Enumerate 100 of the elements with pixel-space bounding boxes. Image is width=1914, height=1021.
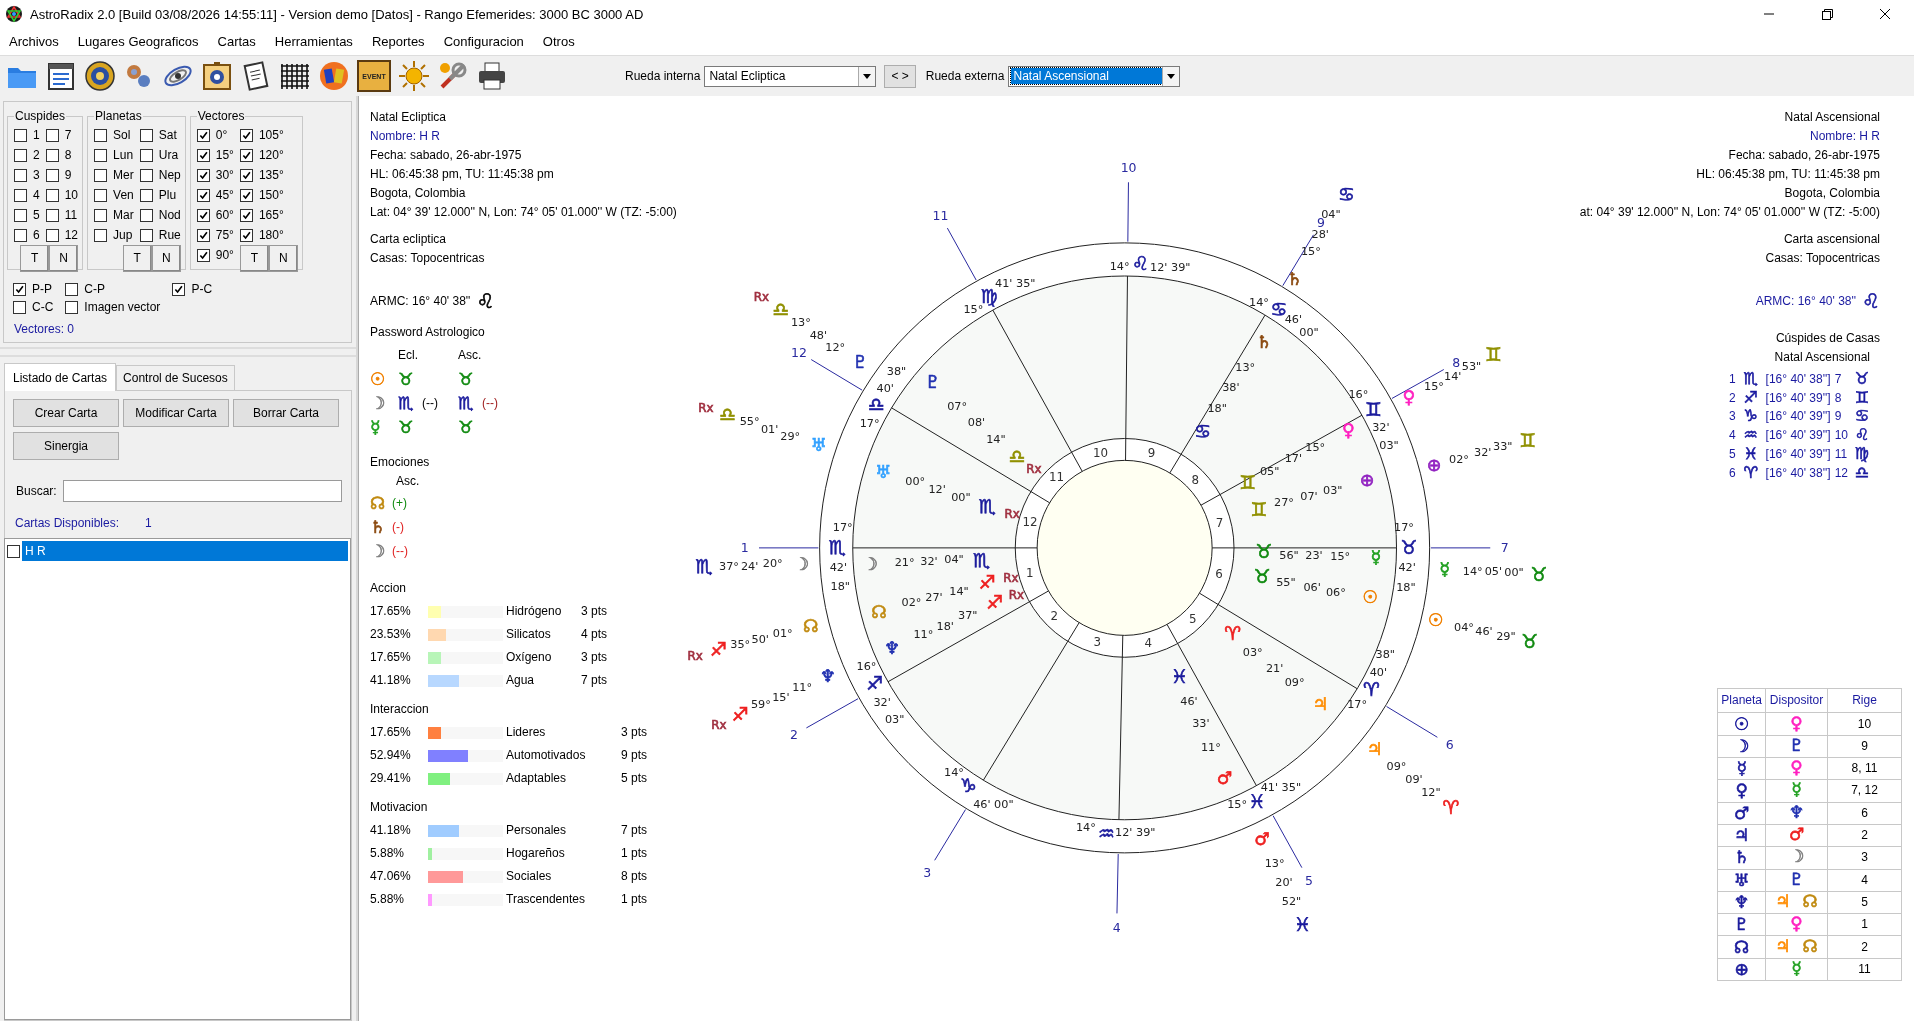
checkbox[interactable] [13,282,26,296]
checkbox[interactable] [45,128,59,142]
checkbox[interactable] [14,148,27,162]
checkbox[interactable] [14,168,27,182]
checkbox[interactable] [139,128,153,142]
checkbox[interactable] [14,188,27,202]
filter-button[interactable]: N [268,244,298,272]
menu-item[interactable]: Archivos [2,31,66,52]
checkbox[interactable] [45,228,59,242]
checkbox[interactable] [139,228,153,242]
menu-item[interactable]: Otros [535,31,582,52]
caret-icon[interactable] [1167,73,1176,79]
house-number: 10 [1120,160,1137,176]
action-button[interactable]: Sinergia [13,432,119,460]
section-title: Accion [370,580,407,597]
sun-icon[interactable] [398,60,430,92]
birth-date: Fecha: sabado, 26-abr-1975 [370,147,522,164]
filter-button[interactable]: N [151,244,181,272]
checkbox[interactable] [196,148,210,162]
checkbox[interactable] [45,208,59,222]
menu-item[interactable]: Lugares Geograficos [70,31,206,52]
zodiac-wheel-icon[interactable] [84,60,116,92]
checkbox[interactable] [14,208,27,222]
maximize-icon[interactable] [1820,7,1834,21]
checkbox[interactable] [139,208,153,222]
percent-label: 5.88% [370,845,406,862]
close-icon[interactable] [1878,7,1892,21]
checkbox[interactable] [196,208,210,222]
swap-wheels-button[interactable]: < > [884,64,916,88]
framed-compass-icon[interactable] [201,60,233,92]
wheel-dropdown[interactable]: Natal Ascensional [1008,65,1181,87]
tab[interactable]: Listado de Cartas [4,363,117,391]
section-subtitle: Natal Ascensional [1774,349,1870,366]
search-field[interactable] [62,480,342,502]
checkbox[interactable] [239,148,253,162]
checkbox[interactable] [239,188,253,202]
checkbox[interactable] [45,168,59,182]
checkbox-label: 75° [215,228,234,242]
house-number: 8 [1191,472,1199,487]
checkbox[interactable] [94,208,108,222]
checkbox[interactable] [239,208,253,222]
degree-label: 46' [1475,624,1493,638]
filter-button[interactable]: N [49,244,79,272]
action-button[interactable]: Modificar Carta [123,399,229,427]
checkbox[interactable] [94,128,108,142]
menu-item[interactable]: Cartas [210,31,263,52]
checkbox[interactable] [45,188,59,202]
menu-item[interactable]: Reportes [364,31,432,52]
degree-label: 04" [944,553,964,567]
filter-button[interactable]: T [239,244,269,272]
house-number: 6 [1445,737,1454,753]
filter-button[interactable]: T [20,244,50,272]
printer-icon[interactable] [476,60,508,92]
checkbox[interactable] [94,188,108,202]
section-title: Emociones [370,454,430,471]
action-button[interactable]: Crear Carta [13,399,119,427]
checkbox[interactable] [94,148,108,162]
action-button[interactable]: Borrar Carta [233,399,339,427]
planet-glyph: ♅ [810,434,827,455]
zodiac-sign-glyph: ♈ [1363,679,1380,701]
calendar-icon[interactable] [45,60,77,92]
tarot-cards-icon[interactable] [318,60,350,92]
percent-label: 41.18% [370,822,412,839]
wheel-dropdown[interactable]: Natal Ecliptica [704,65,877,87]
zodiac-sign-glyph: ♉ [1253,565,1271,587]
checkbox[interactable] [172,282,186,296]
checkbox[interactable] [45,148,59,162]
checkbox[interactable] [13,300,26,314]
tab[interactable]: Control de Sucesos [116,365,235,390]
menu-item[interactable]: Herramientas [267,31,360,52]
caret-icon[interactable] [863,73,872,79]
checkbox[interactable] [139,168,153,182]
checkbox[interactable] [14,228,27,242]
checkbox-label: Nod [158,208,181,222]
checkbox[interactable] [196,128,210,142]
checkbox[interactable] [14,128,27,142]
coordinates: at: 04° 39' 12.000'' N, Lon: 74° 05' 01.000'' W (TZ: -5:00) [1579,204,1880,221]
checkbox[interactable] [65,300,79,314]
checkbox[interactable] [139,188,153,202]
checkbox[interactable] [196,188,210,202]
checkbox[interactable] [65,282,79,296]
checkbox[interactable] [196,228,210,242]
list-item[interactable]: H R [22,541,348,561]
checkbox[interactable] [196,248,210,262]
person-name: Nombre: H R [370,128,440,145]
checkbox[interactable] [239,168,253,182]
checkbox[interactable] [239,228,253,242]
checkbox[interactable] [94,168,108,182]
degree-label: 15° [1300,244,1321,258]
house-number: 12 [1834,464,1848,482]
checkbox-label: 180° [258,228,284,242]
checkbox[interactable] [94,228,108,242]
checkbox[interactable] [139,148,153,162]
menu-item[interactable]: Configuracion [436,31,531,52]
checkbox[interactable] [196,168,210,182]
zodiac-sign-glyph: ♎ [868,393,885,415]
checkbox[interactable] [239,128,253,142]
zodiac-sign-glyph: ♏ [828,537,846,559]
checkbox[interactable] [7,544,20,558]
filter-button[interactable]: T [122,244,152,272]
